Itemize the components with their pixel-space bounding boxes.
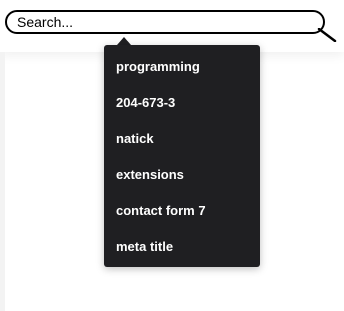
suggestion-item[interactable]: 204-673-3 [104, 85, 260, 121]
suggestions-dropdown: programming 204-673-3 natick extensions … [104, 45, 260, 267]
search-bar [5, 10, 337, 42]
suggestion-item[interactable]: contact form 7 [104, 193, 260, 229]
page: programming 204-673-3 natick extensions … [0, 0, 344, 311]
suggestion-item[interactable]: meta title [104, 229, 260, 265]
dropdown-caret [117, 37, 131, 45]
suggestion-item[interactable]: natick [104, 121, 260, 157]
search-icon[interactable] [317, 28, 337, 42]
left-sidebar-edge [0, 52, 5, 311]
suggestions-list: programming 204-673-3 natick extensions … [104, 45, 260, 265]
suggestion-item[interactable]: programming [104, 49, 260, 85]
search-input[interactable] [5, 10, 325, 34]
suggestion-item[interactable]: extensions [104, 157, 260, 193]
